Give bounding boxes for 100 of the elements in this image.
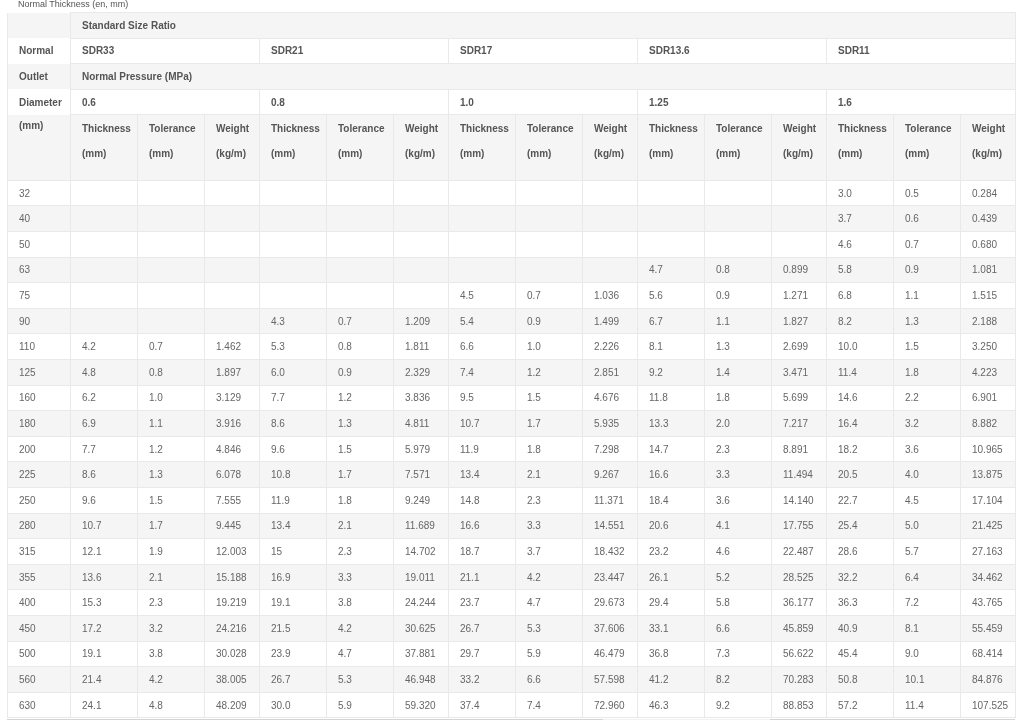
table-cell: 5.8 (716, 597, 730, 609)
table-cell: 1.462 (216, 341, 242, 353)
table-cell: 23.447 (594, 571, 625, 583)
table-cell: 28.525 (783, 571, 814, 583)
table-cell: 2.0 (716, 418, 730, 429)
table-cell: 3.2 (149, 622, 163, 634)
table-cell: 16.6 (649, 469, 669, 481)
table-cell: 4.3 (271, 315, 285, 327)
table-cell: 11.8 (649, 392, 668, 404)
table-cell: 8.882 (972, 418, 998, 429)
table-cell: 1.0 (149, 392, 163, 404)
table-cell: 5.9 (527, 648, 541, 660)
table-cell: 0.5 (905, 187, 919, 199)
table-cell: 40.9 (838, 622, 858, 634)
table-cell: 8.2 (716, 673, 730, 685)
table-cell: 1.811 (405, 341, 430, 353)
table-cell: 36.8 (649, 648, 669, 660)
table-cell: 5.7 (905, 546, 919, 557)
column-header: Tolerance (mm) (527, 122, 575, 162)
table-cell: 21.425 (972, 520, 1003, 532)
table-cell: 8.891 (783, 443, 809, 455)
table-cell: 17.755 (783, 520, 814, 532)
table-cell: 1.2 (527, 366, 541, 378)
table-cell: 40 (19, 213, 31, 225)
table-cell: 0.7 (149, 341, 163, 353)
table-cell: 0.8 (149, 366, 163, 378)
table-cell: 1.9 (149, 546, 163, 557)
table-cell: 125 (19, 366, 36, 378)
table-cell: 4.0 (905, 469, 919, 481)
table-cell: 6.0 (271, 366, 285, 378)
table-cell: 45.4 (838, 648, 858, 660)
table-cell: 7.298 (594, 443, 620, 455)
table-cell: 16.4 (838, 418, 858, 429)
table-cell: 0.899 (783, 264, 809, 276)
table-cell: 14.551 (594, 520, 625, 532)
table-cell: 1.499 (594, 315, 620, 327)
table-cell: 8.6 (82, 469, 96, 481)
table-cell: 450 (19, 622, 36, 634)
table-cell: 3.3 (716, 469, 730, 481)
table-cell: 17.2 (82, 622, 102, 634)
table-cell: 70.283 (783, 673, 814, 685)
table-cell: 5.9 (338, 699, 352, 711)
table-cell: 3.2 (905, 418, 919, 429)
table-cell: 5.2 (716, 571, 730, 583)
table-cell: 1.8 (716, 392, 730, 404)
table-cell: 37.4 (460, 699, 480, 711)
table-cell: 0.7 (338, 315, 352, 327)
table-cell: 9.445 (216, 520, 242, 532)
table-cell: 2.226 (594, 341, 620, 353)
table-cell: 16.6 (460, 520, 480, 532)
column-header: Weight (kg/m) (594, 122, 629, 162)
table-cell: 1.827 (783, 315, 809, 327)
table-cell: 21.4 (82, 673, 102, 685)
table-cell: 43.765 (972, 597, 1003, 609)
table-cell: 20.6 (649, 520, 669, 532)
table-cell: 1.7 (527, 418, 541, 429)
column-header: 1.6 (838, 96, 852, 108)
table-cell: 15 (271, 546, 283, 557)
table-cell: 0.8 (716, 264, 730, 276)
table-cell: 11.494 (783, 469, 813, 481)
table-cell: 21.1 (460, 571, 480, 583)
table-cell: 7.2 (905, 597, 919, 609)
table-cell: 34.462 (972, 571, 1003, 583)
column-header: Standard Size Ratio (82, 19, 176, 31)
table-cell: 2.1 (149, 571, 163, 583)
table-cell: 1.5 (338, 443, 352, 455)
table-cell: 14.7 (649, 443, 669, 455)
table-cell: 46.479 (594, 648, 625, 660)
table-cell: 5.3 (271, 341, 285, 353)
table-cell: 8.1 (649, 341, 663, 353)
table-cell: 4.7 (527, 597, 541, 609)
table-cell: 280 (19, 520, 36, 532)
table-cell: 9.5 (460, 392, 474, 404)
table-cell: 90 (19, 315, 31, 327)
table-cell: 23.2 (649, 546, 669, 557)
table-cell: 57.2 (838, 699, 858, 711)
table-cell: 28.6 (838, 546, 858, 557)
table-cell: 1.1 (716, 315, 730, 327)
column-header: 1.25 (649, 96, 669, 108)
table-cell: 7.7 (82, 443, 96, 455)
table-caption: Normal Thickness (en, mm) (17, 0, 130, 11)
table-cell: 9.267 (594, 469, 620, 481)
table-cell: 33.1 (649, 622, 669, 634)
table-cell: 1.3 (338, 418, 352, 429)
table-cell: 7.4 (527, 699, 541, 711)
column-header: Tolerance (mm) (905, 122, 953, 162)
table-cell: 3.8 (149, 648, 163, 660)
table-cell: 19.1 (271, 597, 291, 609)
table-cell: 6.078 (216, 469, 242, 481)
row-header-label: Normal (19, 45, 54, 57)
table-cell: 7.7 (271, 392, 285, 404)
column-header: Thickness (mm) (82, 122, 132, 162)
table-cell: 6.8 (838, 290, 852, 302)
table-cell: 1.2 (149, 443, 163, 455)
table-cell: 2.3 (149, 597, 163, 609)
table-cell: 23.9 (271, 648, 291, 660)
table-cell: 48.209 (216, 699, 247, 711)
table-cell: 4.7 (338, 648, 352, 660)
table-cell: 1.8 (338, 494, 352, 506)
column-header: Tolerance (mm) (149, 122, 197, 162)
